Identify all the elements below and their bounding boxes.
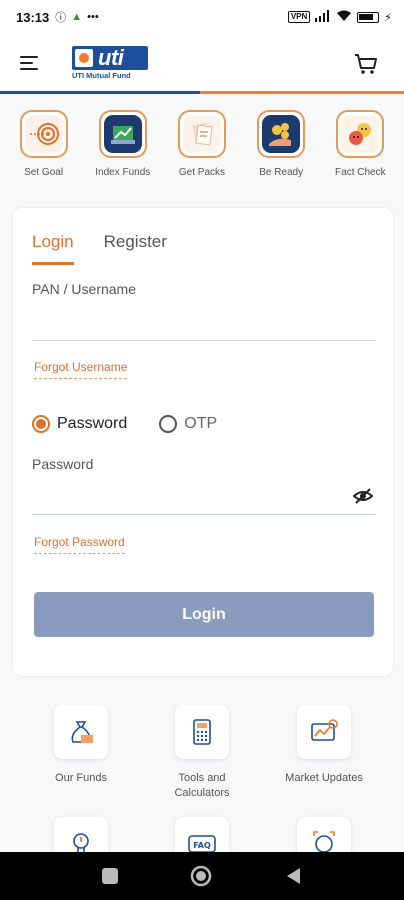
recents-icon[interactable] bbox=[99, 865, 121, 887]
feature-tile[interactable]: FAQ bbox=[142, 817, 262, 852]
market-chart-icon bbox=[297, 705, 351, 759]
status-bar: 13:13 ⓘ ▲ ••• VPN ⚡ bbox=[0, 0, 404, 34]
faq-icon: FAQ bbox=[175, 817, 229, 852]
hamburger-icon[interactable] bbox=[20, 54, 42, 72]
password-input[interactable] bbox=[32, 514, 376, 515]
eye-slash-icon[interactable] bbox=[352, 486, 374, 506]
forgot-password-link[interactable]: Forgot Password bbox=[34, 535, 125, 554]
money-bag-icon bbox=[54, 705, 108, 759]
username-input[interactable] bbox=[32, 340, 376, 341]
uti-logo[interactable]: uti UTI Mutual Fund bbox=[72, 45, 148, 80]
logo-mark-icon bbox=[75, 49, 93, 67]
svg-text:FAQ: FAQ bbox=[193, 841, 211, 850]
forgot-username-link[interactable]: Forgot Username bbox=[34, 360, 128, 379]
system-nav-bar bbox=[0, 852, 404, 900]
quick-actions-row: Set Goal Index Funds Get Packs Be Ready bbox=[0, 110, 404, 190]
feature-label: Our Funds bbox=[55, 772, 107, 784]
status-time: 13:13 bbox=[16, 9, 50, 25]
login-card: Login Register PAN / Username Forgot Use… bbox=[12, 207, 394, 677]
packs-icon bbox=[177, 110, 226, 158]
coins-hand-icon bbox=[257, 110, 306, 158]
quick-action-label: Fact Check bbox=[335, 167, 386, 178]
charging-icon: ⚡ bbox=[384, 11, 392, 24]
signal-icon bbox=[315, 9, 331, 25]
feature-market-updates[interactable]: Market Updates bbox=[264, 705, 384, 786]
notification-icon: ⓘ bbox=[55, 12, 67, 24]
logo-text: uti bbox=[98, 45, 124, 70]
wifi-icon bbox=[336, 10, 352, 25]
tab-login[interactable]: Login bbox=[32, 232, 74, 265]
features-grid: Our Funds Tools and Calculators Market U… bbox=[0, 705, 404, 852]
quick-action-be-ready[interactable]: Be Ready bbox=[243, 110, 319, 190]
quick-action-index-funds[interactable]: Index Funds bbox=[85, 110, 161, 190]
quick-action-label: Get Packs bbox=[178, 167, 226, 178]
tab-register[interactable]: Register bbox=[104, 232, 167, 265]
more-icon: ••• bbox=[87, 11, 99, 23]
feature-our-funds[interactable]: Our Funds bbox=[21, 705, 141, 786]
app-header: uti UTI Mutual Fund bbox=[0, 34, 404, 94]
fact-check-icon bbox=[336, 110, 385, 158]
calculator-icon bbox=[175, 705, 229, 759]
feature-label: Tools and Calculators bbox=[174, 772, 230, 799]
quick-action-label: Set Goal bbox=[24, 167, 64, 178]
logo-box: uti bbox=[72, 45, 148, 70]
quick-action-fact-check[interactable]: Fact Check bbox=[322, 110, 398, 190]
quick-action-set-goal[interactable]: Set Goal bbox=[6, 110, 82, 190]
quick-action-label: Index Funds bbox=[95, 167, 151, 178]
lightbulb-icon bbox=[54, 817, 108, 852]
quick-action-label: Be Ready bbox=[259, 167, 304, 178]
feature-tile[interactable] bbox=[21, 817, 141, 852]
login-tabs: Login Register bbox=[32, 232, 167, 265]
feature-tile[interactable] bbox=[264, 817, 384, 852]
username-label: PAN / Username bbox=[32, 281, 136, 297]
android-icon: ▲ bbox=[71, 11, 83, 23]
password-label: Password bbox=[32, 456, 94, 472]
login-button[interactable]: Login bbox=[34, 592, 374, 637]
feature-tools-and-calculators[interactable]: Tools and Calculators bbox=[142, 705, 262, 801]
header-accent-stripe bbox=[200, 91, 404, 94]
auth-method-group: Password OTP bbox=[32, 415, 249, 433]
vpn-badge: VPN bbox=[287, 11, 311, 23]
logo-subtitle: UTI Mutual Fund bbox=[72, 71, 131, 80]
target-icon bbox=[19, 110, 68, 158]
back-icon[interactable] bbox=[283, 865, 305, 887]
quick-action-get-packs[interactable]: Get Packs bbox=[164, 110, 240, 190]
battery-icon bbox=[357, 11, 380, 23]
password-radio[interactable] bbox=[32, 415, 50, 433]
focus-icon bbox=[297, 817, 351, 852]
cart-icon[interactable] bbox=[354, 52, 378, 76]
feature-label: Market Updates bbox=[285, 772, 363, 784]
home-icon[interactable] bbox=[190, 865, 212, 887]
otp-radio-label[interactable]: OTP bbox=[184, 415, 217, 433]
index-chart-icon bbox=[98, 110, 147, 158]
password-radio-label[interactable]: Password bbox=[57, 415, 127, 433]
otp-radio[interactable] bbox=[159, 415, 178, 433]
